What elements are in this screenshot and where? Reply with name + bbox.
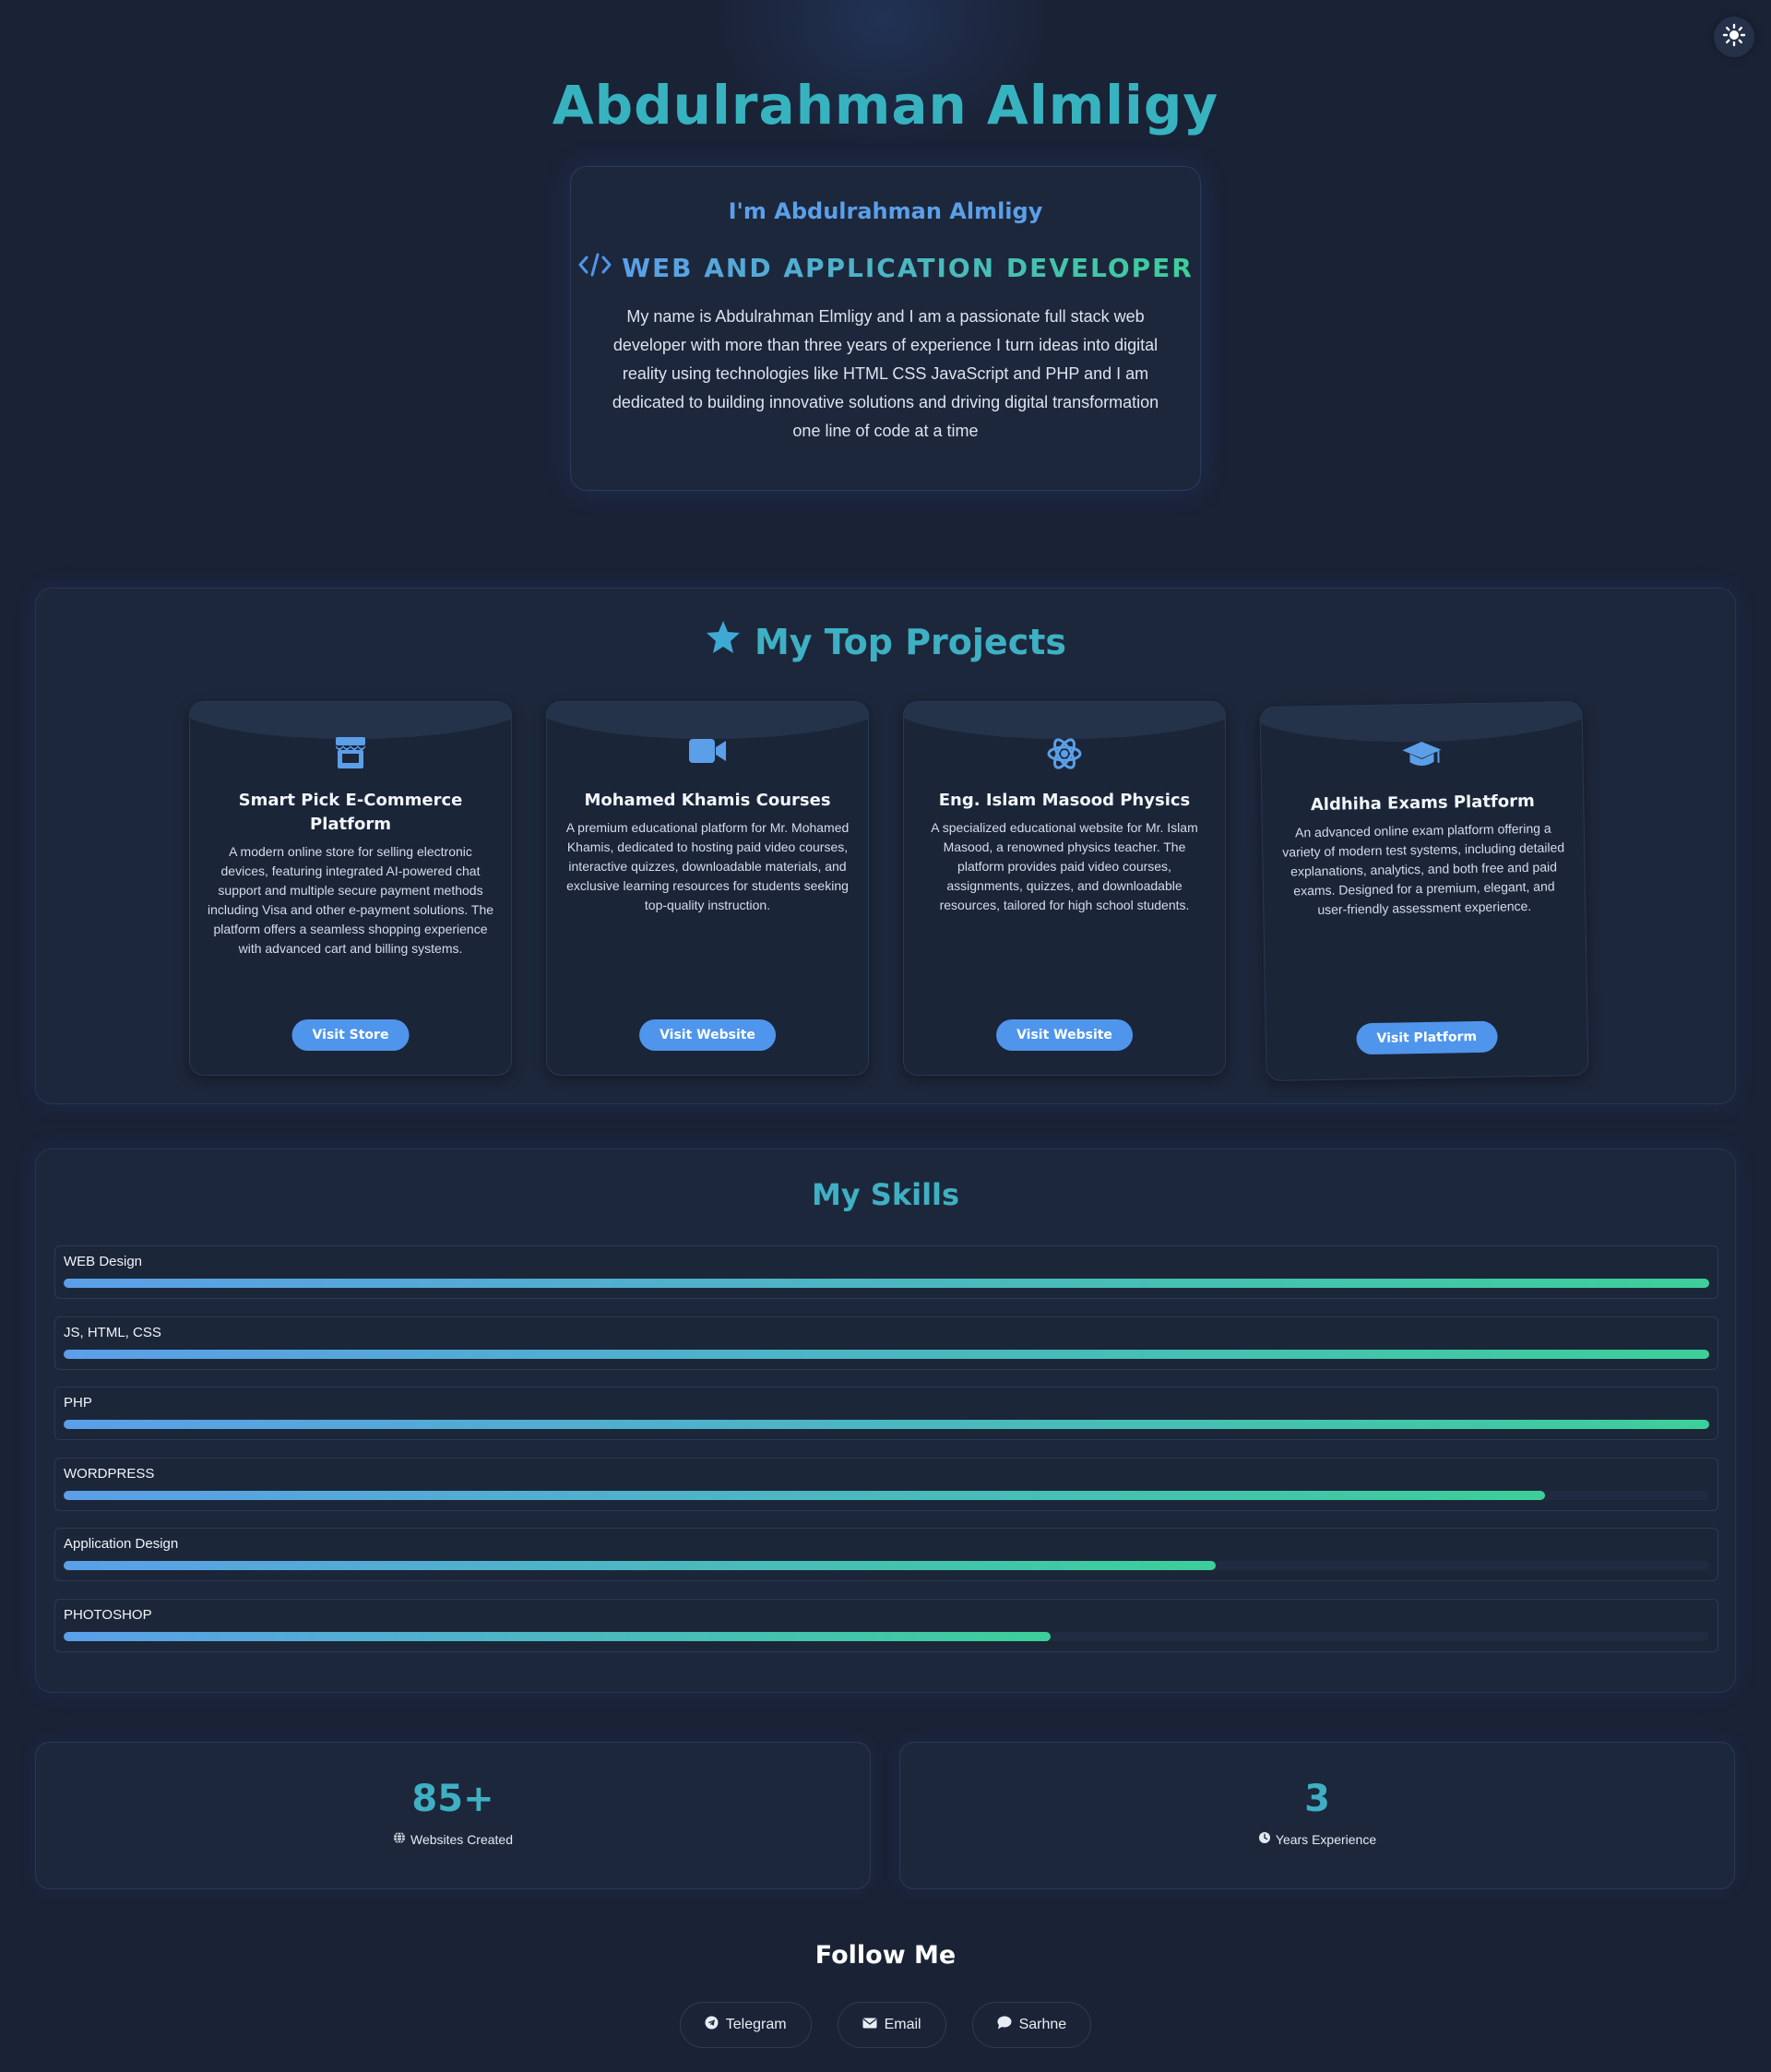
skill-row: JS, HTML, CSS (54, 1316, 1718, 1370)
skill-progress-track (64, 1420, 1709, 1430)
skill-progress-fill (64, 1279, 1709, 1288)
project-title: Eng. Islam Masood Physics (938, 791, 1191, 810)
star-icon (705, 620, 742, 663)
clock-icon (1258, 1831, 1271, 1847)
skill-row: Application Design (54, 1528, 1718, 1582)
visit-platform-button[interactable]: Visit Platform (1356, 1020, 1498, 1055)
project-description: A premium educational platform for Mr. M… (565, 820, 850, 912)
skill-row: WEB Design (54, 1245, 1718, 1299)
skill-progress-fill (64, 1631, 1052, 1641)
project-title: Smart Pick E-Commerce Platform (238, 791, 463, 834)
email-link[interactable]: Email (837, 2002, 946, 2048)
skill-name: Application Design (64, 1536, 179, 1553)
role-text: WEB AND APPLICATION DEVELOPER (622, 253, 1194, 283)
stat-value: 3 (1304, 1778, 1330, 1820)
skill-progress-track (64, 1349, 1709, 1359)
projects-heading-text: My Top Projects (754, 621, 1067, 662)
skills-section: My Skills WEB Design JS, HTML, CSS PHP W… (35, 1149, 1736, 1693)
page-title: Abdulrahman Almligy (552, 74, 1219, 137)
skill-name: WEB Design (64, 1254, 143, 1269)
project-card: Mohamed Khamis Courses A premium educati… (546, 701, 869, 1076)
email-label: Email (884, 2017, 921, 2032)
project-card: Smart Pick E-Commerce Platform A modern … (189, 701, 512, 1076)
intro-description: My name is Abdulrahman Elmligy and I am … (612, 307, 1159, 440)
project-title: Aldhiha Exams Platform (1310, 791, 1535, 816)
stat-label-text: Years Experience (1275, 1831, 1377, 1847)
store-icon (190, 735, 511, 772)
stat-card-websites: 85+ Websites Created (35, 1742, 871, 1889)
stat-label: Websites Created (36, 1831, 870, 1847)
graduation-cap-icon (1261, 735, 1583, 778)
skill-progress-fill (64, 1349, 1709, 1359)
project-description: A modern online store for selling electr… (208, 844, 494, 956)
intro-role: WEB AND APPLICATION DEVELOPER (571, 252, 1200, 284)
visit-website-button[interactable]: Visit Website (996, 1019, 1133, 1051)
video-camera-icon (547, 735, 868, 772)
skill-row: WORDPRESS (54, 1457, 1718, 1511)
skill-progress-track (64, 1279, 1709, 1288)
theme-toggle-button[interactable] (1714, 17, 1754, 57)
skill-name: PHP (64, 1395, 92, 1411)
sarhne-link[interactable]: Sarhne (971, 2002, 1092, 2048)
skill-progress-track (64, 1490, 1709, 1500)
project-card: Eng. Islam Masood Physics A specialized … (903, 701, 1226, 1076)
skill-progress-fill (64, 1490, 1545, 1500)
social-links: Telegram Email Sarhne (0, 2002, 1771, 2048)
stat-label: Years Experience (900, 1831, 1734, 1847)
projects-row: Smart Pick E-Commerce Platform A modern … (36, 700, 1735, 1089)
stat-card-experience: 3 Years Experience (899, 1742, 1735, 1889)
skill-progress-fill (64, 1561, 1216, 1571)
visit-store-button[interactable]: Visit Store (291, 1019, 410, 1051)
stat-label-text: Websites Created (410, 1831, 513, 1847)
projects-heading: My Top Projects (36, 620, 1735, 663)
visit-website-button[interactable]: Visit Website (639, 1019, 776, 1051)
skills-heading: My Skills (811, 1177, 960, 1212)
skill-progress-track (64, 1561, 1709, 1571)
code-icon (577, 252, 612, 284)
skill-list: WEB Design JS, HTML, CSS PHP WORDPRESS A… (54, 1245, 1718, 1670)
stat-value: 85+ (411, 1778, 494, 1820)
skill-name: JS, HTML, CSS (64, 1324, 161, 1340)
skill-name: PHOTOSHOP (64, 1606, 152, 1623)
follow-heading: Follow Me (814, 1941, 957, 1970)
telegram-link[interactable]: Telegram (679, 2002, 812, 2048)
globe-icon (393, 1831, 406, 1847)
atom-icon (904, 735, 1225, 772)
skill-progress-fill (64, 1420, 1709, 1430)
envelope-icon (862, 2017, 877, 2033)
intro-card: I'm Abdulrahman Almligy WEB AND APPLICAT… (570, 166, 1201, 491)
skill-name: WORDPRESS (64, 1465, 155, 1482)
projects-section: My Top Projects Smart Pick E-Commerce Pl… (35, 588, 1736, 1104)
project-card: Aldhiha Exams Platform An advanced onlin… (1259, 700, 1589, 1082)
project-description: An advanced online exam platform offerin… (1282, 820, 1565, 918)
sarhne-label: Sarhne (1018, 2017, 1067, 2032)
skill-row: PHP (54, 1387, 1718, 1441)
skill-row: PHOTOSHOP (54, 1598, 1718, 1652)
sun-icon (1722, 23, 1746, 52)
chat-bubble-icon (997, 2016, 1012, 2034)
intro-greeting: I'm Abdulrahman Almligy (728, 198, 1043, 224)
project-title: Mohamed Khamis Courses (584, 791, 831, 810)
skill-progress-track (64, 1631, 1709, 1641)
telegram-label: Telegram (725, 2017, 787, 2032)
telegram-icon (705, 2016, 719, 2034)
project-description: A specialized educational website for Mr… (931, 820, 1198, 912)
